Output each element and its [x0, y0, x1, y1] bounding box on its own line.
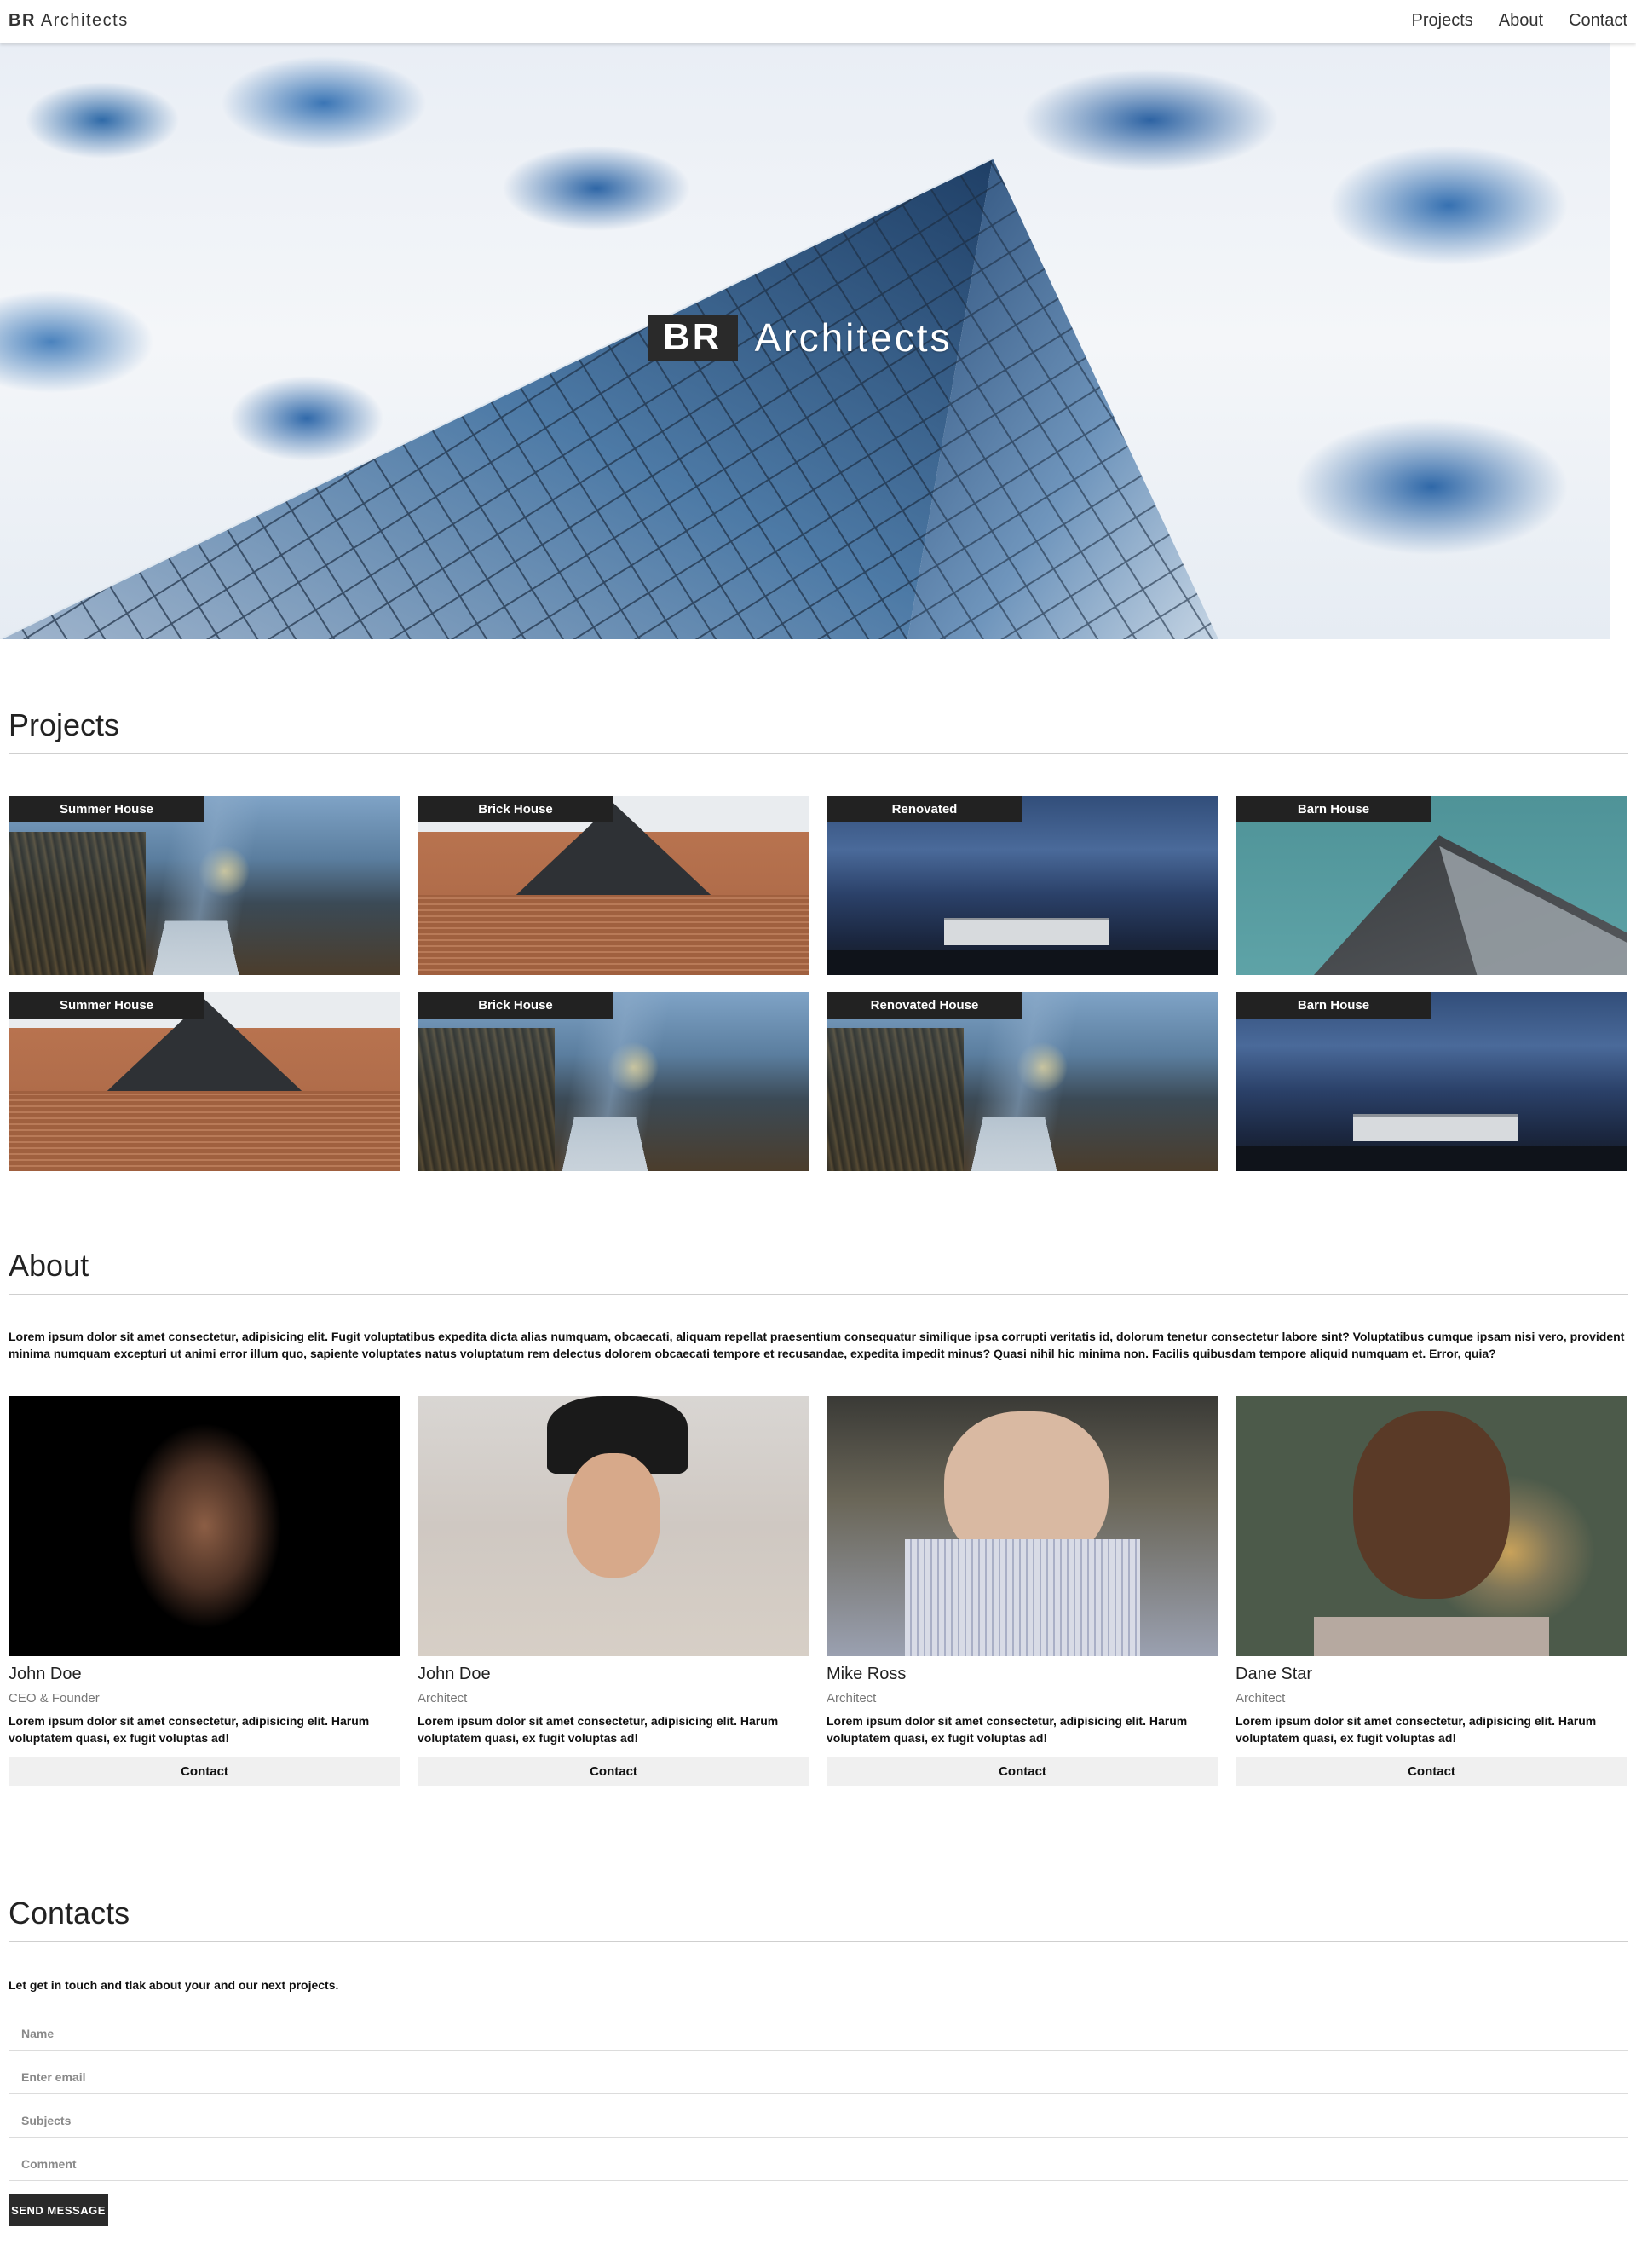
- project-card[interactable]: Summer House: [9, 992, 400, 1171]
- team-member-description: Lorem ipsum dolor sit amet consectetur, …: [418, 1714, 779, 1745]
- team-member-name: Mike Ross: [827, 1665, 907, 1683]
- project-label: Summer House: [9, 992, 204, 1019]
- brand-text: Architects: [40, 11, 129, 30]
- project-card[interactable]: Renovated House: [827, 992, 1218, 1171]
- about-divider: [9, 1294, 1628, 1295]
- team-member-card: Dane Star Architect Lorem ipsum dolor si…: [1236, 1396, 1627, 1786]
- hero-title-bold: BR: [648, 315, 738, 361]
- hero-title-text: Architects: [754, 315, 953, 360]
- brand-logo[interactable]: BR Architects: [9, 11, 129, 31]
- contacts-lead-text: Let get in touch and tlak about your and…: [9, 1978, 339, 1992]
- email-input[interactable]: [9, 2051, 1628, 2094]
- team-member-name: Dane Star: [1236, 1665, 1313, 1683]
- project-card[interactable]: Barn House: [1236, 796, 1627, 975]
- hero-title: BR Architects: [648, 315, 953, 361]
- team-member-card: John Doe CEO & Founder Lorem ipsum dolor…: [9, 1396, 400, 1786]
- team-member-contact-button[interactable]: Contact: [418, 1757, 809, 1786]
- team-member-name: John Doe: [9, 1665, 82, 1683]
- team-member-card: John Doe Architect Lorem ipsum dolor sit…: [418, 1396, 809, 1786]
- about-heading: About: [9, 1248, 89, 1283]
- projects-divider: [9, 753, 1628, 754]
- team-member-role: Architect: [418, 1691, 468, 1705]
- name-input[interactable]: [9, 2007, 1628, 2051]
- comment-input[interactable]: [9, 2138, 1628, 2181]
- team-member-photo: [9, 1396, 400, 1656]
- contacts-divider: [9, 1941, 1628, 1942]
- nav-links: Projects About Contact: [1412, 11, 1627, 31]
- send-message-button[interactable]: SEND MESSAGE: [9, 2194, 108, 2226]
- nav-link-about[interactable]: About: [1499, 11, 1543, 31]
- project-card[interactable]: Renovated: [827, 796, 1218, 975]
- team-member-contact-button[interactable]: Contact: [9, 1757, 400, 1786]
- project-card[interactable]: Brick House: [418, 992, 809, 1171]
- about-paragraph: Lorem ipsum dolor sit amet consectetur, …: [9, 1330, 1625, 1360]
- nav-link-contact[interactable]: Contact: [1569, 11, 1627, 31]
- team-member-card: Mike Ross Architect Lorem ipsum dolor si…: [827, 1396, 1218, 1786]
- project-card[interactable]: Brick House: [418, 796, 809, 975]
- project-card[interactable]: Barn House: [1236, 992, 1627, 1171]
- team-member-photo: [418, 1396, 809, 1656]
- project-label: Barn House: [1236, 992, 1432, 1019]
- team-member-role: Architect: [827, 1691, 877, 1705]
- nav-link-projects[interactable]: Projects: [1412, 11, 1473, 31]
- team-member-role: CEO & Founder: [9, 1691, 100, 1705]
- contacts-heading: Contacts: [9, 1896, 130, 1930]
- team-member-contact-button[interactable]: Contact: [1236, 1757, 1627, 1786]
- project-label: Renovated: [827, 796, 1022, 822]
- team-member-description: Lorem ipsum dolor sit amet consectetur, …: [9, 1714, 370, 1745]
- team-member-photo: [827, 1396, 1218, 1656]
- team-member-description: Lorem ipsum dolor sit amet consectetur, …: [827, 1714, 1188, 1745]
- projects-heading: Projects: [9, 707, 120, 742]
- project-label: Brick House: [418, 992, 614, 1019]
- hero-banner: BR Architects: [0, 43, 1610, 639]
- brand-bold: BR: [9, 11, 36, 30]
- project-label: Renovated House: [827, 992, 1022, 1019]
- top-navbar: BR Architects Projects About Contact: [0, 0, 1636, 43]
- subject-input[interactable]: [9, 2094, 1628, 2138]
- team-member-description: Lorem ipsum dolor sit amet consectetur, …: [1236, 1714, 1597, 1745]
- project-label: Brick House: [418, 796, 614, 822]
- project-label: Summer House: [9, 796, 204, 822]
- project-label: Barn House: [1236, 796, 1432, 822]
- team-member-role: Architect: [1236, 1691, 1286, 1705]
- team-member-name: John Doe: [418, 1665, 491, 1683]
- project-card[interactable]: Summer House: [9, 796, 400, 975]
- team-member-contact-button[interactable]: Contact: [827, 1757, 1218, 1786]
- team-member-photo: [1236, 1396, 1627, 1656]
